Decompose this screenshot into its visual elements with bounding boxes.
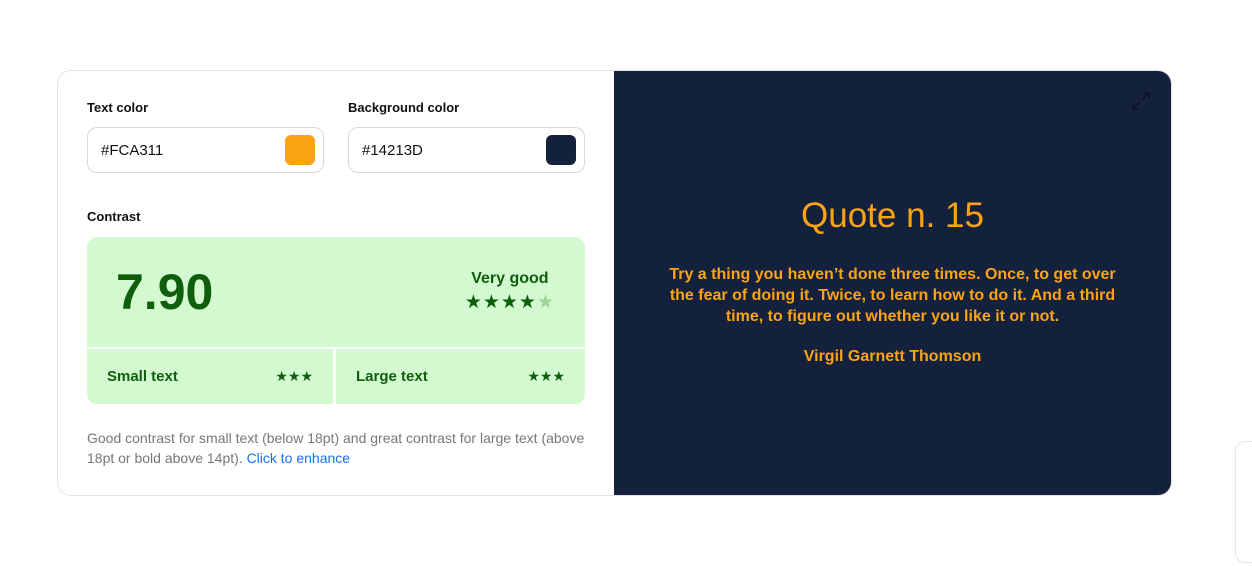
small-text-rating: Small text ★★★ <box>87 349 333 404</box>
contrast-ratio: 7.90 <box>116 264 214 320</box>
contrast-checker-card: Text color #FCA311 Background color #142… <box>57 70 1172 496</box>
rating-label: Very good <box>471 270 549 287</box>
background-color-input[interactable]: #14213D <box>348 127 585 173</box>
text-color-value: #FCA311 <box>101 141 164 159</box>
filled-stars-icon: ★★★★ <box>464 292 537 313</box>
contrast-label: Contrast <box>87 209 141 224</box>
expand-icon[interactable] <box>1131 91 1151 111</box>
large-text-stars-icon: ★★★ <box>527 368 565 384</box>
rating-stars-icon: ★★★★★ <box>465 291 555 314</box>
background-color-value: #14213D <box>362 141 423 159</box>
enhance-link[interactable]: Click to enhance <box>247 450 351 466</box>
large-text-label: Large text <box>356 368 428 385</box>
large-text-rating: Large text ★★★ <box>336 349 585 404</box>
background-color-swatch[interactable] <box>546 135 576 165</box>
quote-text: Try a thing you haven’t done three times… <box>669 266 1116 325</box>
side-widget[interactable] <box>1235 441 1252 563</box>
empty-star-icon: ★ <box>536 292 555 313</box>
quote-title: Quote n. 15 <box>801 196 984 235</box>
preview-panel: Quote n. 15 Try a thing you haven’t done… <box>614 71 1171 495</box>
small-text-label: Small text <box>107 368 178 385</box>
text-color-label: Text color <box>87 100 149 115</box>
quote-author: Virgil Garnett Thomson <box>803 348 982 365</box>
small-text-stars-icon: ★★★ <box>275 368 313 384</box>
background-color-label: Background color <box>348 100 460 115</box>
contrast-note: Good contrast for small text (below 18pt… <box>87 428 587 468</box>
contrast-score-panel: 7.90 Very good ★★★★★ <box>87 237 585 347</box>
text-color-swatch[interactable] <box>285 135 315 165</box>
controls-panel: Text color #FCA311 Background color #142… <box>58 71 614 495</box>
contrast-result: 7.90 Very good ★★★★★ Small text ★★★ Larg… <box>87 237 585 404</box>
contrast-rating: Very good ★★★★★ <box>465 270 555 314</box>
text-color-input[interactable]: #FCA311 <box>87 127 324 173</box>
